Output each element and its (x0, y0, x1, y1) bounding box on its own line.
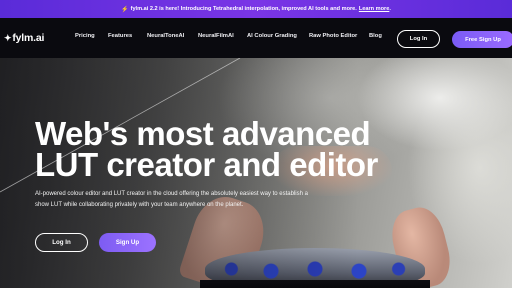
announcement-suffix: . (389, 6, 391, 12)
nav-item-neuraltoneai[interactable]: NeuralToneAI (147, 33, 184, 39)
top-navigation: ✦ fylm.ai Pricing Features NeuralToneAI … (0, 18, 512, 58)
hero-signup-button[interactable]: Sign Up (99, 233, 156, 252)
hero-subtext: AI-powered colour editor and LUT creator… (35, 191, 308, 208)
nav-item-neuralfilmai[interactable]: NeuralFilmAI (198, 33, 234, 39)
nav-item-pricing[interactable]: Pricing (75, 33, 95, 39)
logo[interactable]: ✦ fylm.ai (4, 31, 44, 45)
hero-login-button[interactable]: Log In (35, 233, 88, 252)
hero-headline-line-1: Web's most advanced (35, 115, 371, 152)
nav-item-ai-colour-grading[interactable]: AI Colour Grading (247, 33, 297, 39)
hero-headline: Web's most advanced LUT creator and edit… (35, 115, 475, 183)
nav-item-raw-photo-editor[interactable]: Raw Photo Editor (309, 33, 357, 39)
announcement-bar: ⚡ fylm.ai 2.2 is here! Introducing Tetra… (0, 0, 512, 18)
learn-more-link[interactable]: Learn more (359, 6, 389, 12)
logo-text: fylm.ai (12, 32, 45, 44)
nav-item-features[interactable]: Features (108, 33, 132, 39)
fylm-logo-mark-icon: ✦ (4, 32, 12, 43)
nav-free-signup-button[interactable]: Free Sign Up (452, 31, 512, 48)
nav-item-blog[interactable]: Blog (369, 33, 382, 39)
lightning-icon: ⚡ (121, 6, 129, 13)
hero-headline-line-2: LUT creator and editor (35, 146, 378, 183)
nav-login-button[interactable]: Log In (397, 30, 440, 48)
announcement-text: fylm.ai 2.2 is here! Introducing Tetrahe… (130, 6, 357, 12)
